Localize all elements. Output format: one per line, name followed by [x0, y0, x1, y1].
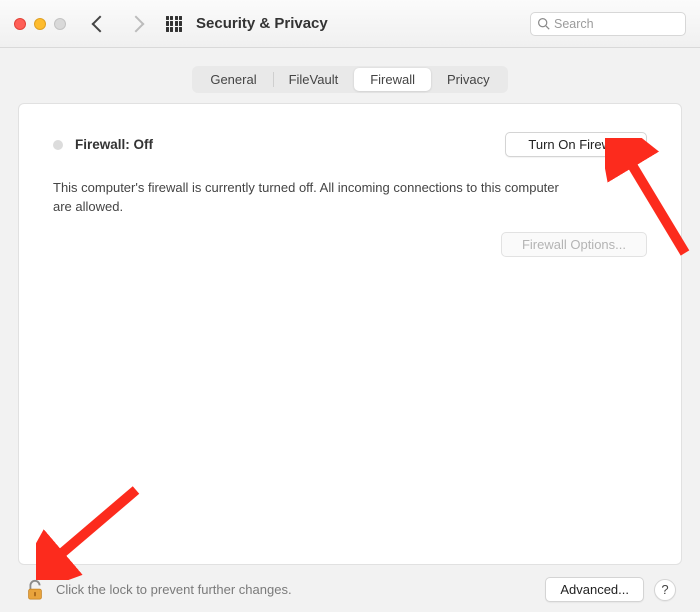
zoom-window-button — [54, 18, 66, 30]
firewall-status-title: Firewall: Off — [75, 137, 153, 152]
firewall-options-button: Firewall Options... — [501, 232, 647, 257]
nav-arrows — [94, 18, 142, 30]
lock-icon[interactable] — [24, 579, 46, 601]
titlebar: Security & Privacy Search — [0, 0, 700, 48]
footer: Click the lock to prevent further change… — [18, 565, 682, 604]
tab-filevault[interactable]: FileVault — [273, 68, 355, 91]
window-title: Security & Privacy — [196, 15, 328, 32]
forward-button — [128, 15, 145, 32]
tab-bar: General FileVault Firewall Privacy — [192, 66, 507, 93]
show-all-icon[interactable] — [166, 16, 182, 32]
close-window-button[interactable] — [14, 18, 26, 30]
firewall-description: This computer's firewall is currently tu… — [53, 179, 573, 217]
minimize-window-button[interactable] — [34, 18, 46, 30]
tab-privacy[interactable]: Privacy — [431, 68, 506, 91]
tab-firewall[interactable]: Firewall — [354, 68, 431, 91]
tab-general[interactable]: General — [194, 68, 272, 91]
search-placeholder: Search — [554, 17, 594, 31]
traffic-lights — [14, 18, 66, 30]
turn-on-firewall-button[interactable]: Turn On Firewall — [505, 132, 647, 157]
back-button[interactable] — [92, 15, 109, 32]
search-icon — [537, 17, 550, 30]
advanced-button[interactable]: Advanced... — [545, 577, 644, 602]
firewall-panel: Firewall: Off Turn On Firewall This comp… — [18, 103, 682, 565]
help-button[interactable]: ? — [654, 579, 676, 601]
firewall-status-indicator — [53, 140, 63, 150]
search-input[interactable]: Search — [530, 12, 686, 36]
lock-help-text: Click the lock to prevent further change… — [56, 582, 292, 597]
